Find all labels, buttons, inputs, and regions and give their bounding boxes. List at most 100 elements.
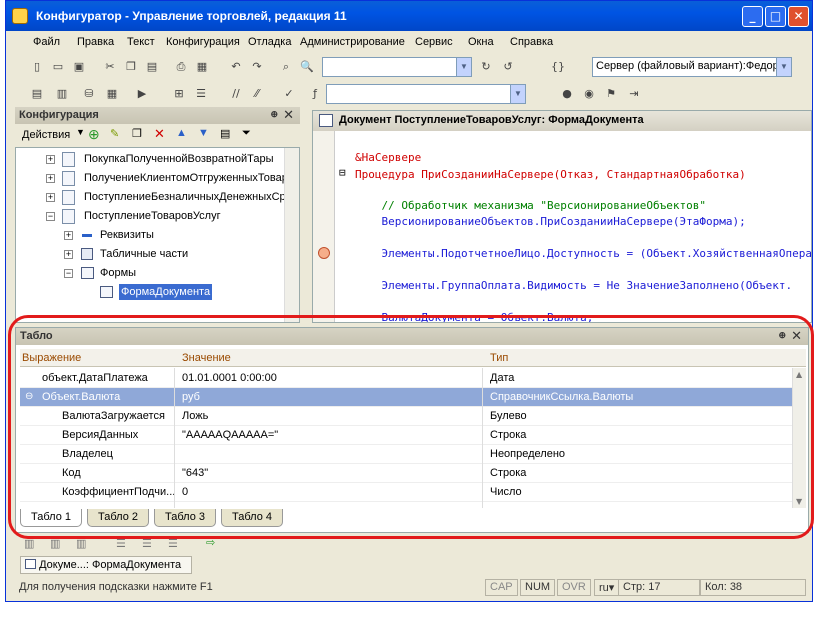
tree-item[interactable]: − ПоступлениеТоваровУслуг	[16, 207, 286, 226]
menu-file[interactable]: Файл	[33, 36, 60, 48]
search-combo[interactable]: ▼	[322, 57, 472, 77]
expand-icon[interactable]: +	[64, 231, 73, 240]
maximize-button[interactable]: □	[765, 6, 786, 27]
add-icon[interactable]: ⊕	[88, 126, 100, 143]
syntax-check-icon[interactable]: ✓	[281, 86, 297, 102]
undo-icon[interactable]: ↶	[228, 59, 244, 75]
go-icon[interactable]: ⇨	[206, 536, 215, 549]
menu-administration[interactable]: Администрирование	[300, 36, 405, 48]
close-button[interactable]: ✕	[788, 6, 809, 27]
bookmark-icon[interactable]: ⚑	[603, 86, 619, 102]
form-icon	[100, 286, 113, 298]
menu-help[interactable]: Справка	[510, 36, 553, 48]
move-up-icon[interactable]: ▲	[176, 127, 187, 139]
debug-icon[interactable]: ☰	[168, 537, 178, 550]
config-panel-title: Конфигурация	[19, 109, 99, 121]
menu-edit[interactable]: Правка	[77, 36, 114, 48]
debug-icon[interactable]: ▥	[50, 537, 60, 550]
tree-icon[interactable]: ⊞	[171, 86, 187, 102]
menu-text[interactable]: Текст	[127, 36, 155, 48]
num-indicator: NUM	[520, 579, 556, 596]
debug-icon[interactable]: ▥	[24, 537, 34, 550]
code-line-3: // Обработчик механизма "Версионирование…	[355, 199, 706, 212]
expand-icon[interactable]: +	[46, 193, 55, 202]
collapse-icon[interactable]: −	[64, 269, 73, 278]
search-icon[interactable]: 🔍	[299, 59, 315, 75]
pin-icon[interactable]: ⊕	[270, 109, 278, 120]
title-bar[interactable]: Конфигуратор - Управление торговлей, ред…	[6, 1, 812, 31]
window-tab[interactable]: Докуме...: ФормаДокумента	[20, 556, 192, 574]
code-line-1: &НаСервере	[355, 151, 422, 164]
open-icon[interactable]: ▭	[50, 59, 66, 75]
filter-icon[interactable]: ⏷	[242, 127, 251, 140]
debug-icon[interactable]: ▥	[76, 537, 86, 550]
module-icon[interactable]: ▦	[104, 86, 120, 102]
document-icon	[62, 152, 75, 167]
config-icon[interactable]: ▤	[29, 86, 45, 102]
copy-item-icon[interactable]: ❐	[132, 127, 142, 140]
tree-item[interactable]: + ПоступлениеБезналичныхДенежныхСредств	[16, 188, 299, 207]
procedure-combo[interactable]: ▼	[326, 84, 526, 104]
tree-item[interactable]: + Реквизиты	[16, 226, 286, 245]
comment-icon[interactable]: //	[228, 86, 244, 102]
language-indicator[interactable]: ru▾	[594, 579, 620, 596]
cut-icon[interactable]: ✂	[102, 59, 118, 75]
collapse-icon[interactable]: −	[46, 212, 55, 221]
step-icon[interactable]: ⇥	[626, 86, 642, 102]
preview-icon[interactable]: ▦	[194, 59, 210, 75]
run-icon[interactable]: ▶	[134, 86, 150, 102]
menu-debug[interactable]: Отладка	[248, 36, 291, 48]
menu-bar: Файл Правка Текст Конфигурация Отладка А…	[6, 32, 812, 52]
tree-item[interactable]: ФормаДокумента	[16, 283, 286, 302]
delete-icon[interactable]: ✕	[154, 126, 165, 142]
expand-icon[interactable]: +	[64, 250, 73, 259]
save-icon[interactable]: ▣	[71, 59, 87, 75]
tree-item[interactable]: + ПокупкаПолученнойВозвратнойТары	[16, 150, 286, 169]
print-icon[interactable]: ⎙	[173, 59, 189, 75]
debug-icon[interactable]: ☰	[142, 537, 152, 550]
redo-icon[interactable]: ↷	[249, 59, 265, 75]
uncomment-icon[interactable]: ⁄⁄	[249, 86, 265, 102]
menu-configuration[interactable]: Конфигурация	[166, 36, 240, 48]
server-combo[interactable]: Сервер (файловый вариант):Федор ▼	[592, 57, 792, 77]
highlight-outline	[8, 315, 814, 539]
db-icon[interactable]: ▥	[54, 86, 70, 102]
copy-icon[interactable]: ❐	[123, 59, 139, 75]
list-icon[interactable]: ☰	[193, 86, 209, 102]
expand-icon[interactable]: +	[46, 174, 55, 183]
minimize-button[interactable]: _	[742, 6, 763, 27]
close-panel-icon[interactable]: ✕	[283, 107, 294, 123]
status-bar: Для получения подсказки нажмите F1 CAP N…	[15, 578, 809, 598]
caps-indicator: CAP	[485, 579, 518, 596]
move-down-icon[interactable]: ▼	[198, 127, 209, 139]
collapse-marker[interactable]: ⊟	[339, 166, 346, 179]
attributes-icon	[82, 234, 92, 237]
find-prev-icon[interactable]: ↺	[500, 59, 516, 75]
menu-windows[interactable]: Окна	[468, 36, 494, 48]
editor-tab-title: Документ ПоступлениеТоваровУслуг: ФормаД…	[313, 111, 811, 131]
procedure-icon[interactable]: ƒ	[307, 86, 323, 102]
tree-item[interactable]: + ПолучениеКлиентомОтгруженныхТоваров	[16, 169, 299, 188]
find-next-icon[interactable]: ↻	[478, 59, 494, 75]
database-icon[interactable]: ⛁	[81, 86, 97, 102]
tree-scrollbar[interactable]	[284, 148, 299, 322]
new-icon[interactable]: ▯	[29, 59, 45, 75]
brackets-icon[interactable]: {}	[550, 59, 566, 75]
find-icon[interactable]: ⌕	[278, 59, 294, 75]
code-line-2: Процедура ПриСозданииНаСервере(Отказ, Ст…	[355, 168, 746, 181]
debug-icon[interactable]: ☰	[116, 537, 126, 550]
actions-menu[interactable]: Действия	[22, 129, 70, 141]
edit-icon[interactable]: ✎	[110, 127, 119, 140]
sort-icon[interactable]: ▤	[220, 127, 230, 140]
tree-item[interactable]: + Табличные части	[16, 245, 286, 264]
code-editor[interactable]: Документ ПоступлениеТоваровУслуг: ФормаД…	[312, 110, 812, 323]
toolbar-main: ▯ ▭ ▣ ✂ ❐ ▤ ⎙ ▦ ↶ ↷ ⌕ 🔍 ▼ ↻ ↺ {} Сервер …	[6, 54, 812, 81]
menu-service[interactable]: Сервис	[415, 36, 453, 48]
paste-icon[interactable]: ▤	[144, 59, 160, 75]
breakpoint-list-icon[interactable]: ◉	[581, 86, 597, 102]
tree-item[interactable]: − Формы	[16, 264, 286, 283]
config-panel-toolbar: Действия ▼ ⊕ ✎ ❐ ✕ ▲ ▼ ▤ ⏷	[22, 126, 251, 143]
expand-icon[interactable]: +	[46, 155, 55, 164]
document-icon	[62, 190, 75, 205]
breakpoint-icon[interactable]: ●	[559, 86, 575, 102]
